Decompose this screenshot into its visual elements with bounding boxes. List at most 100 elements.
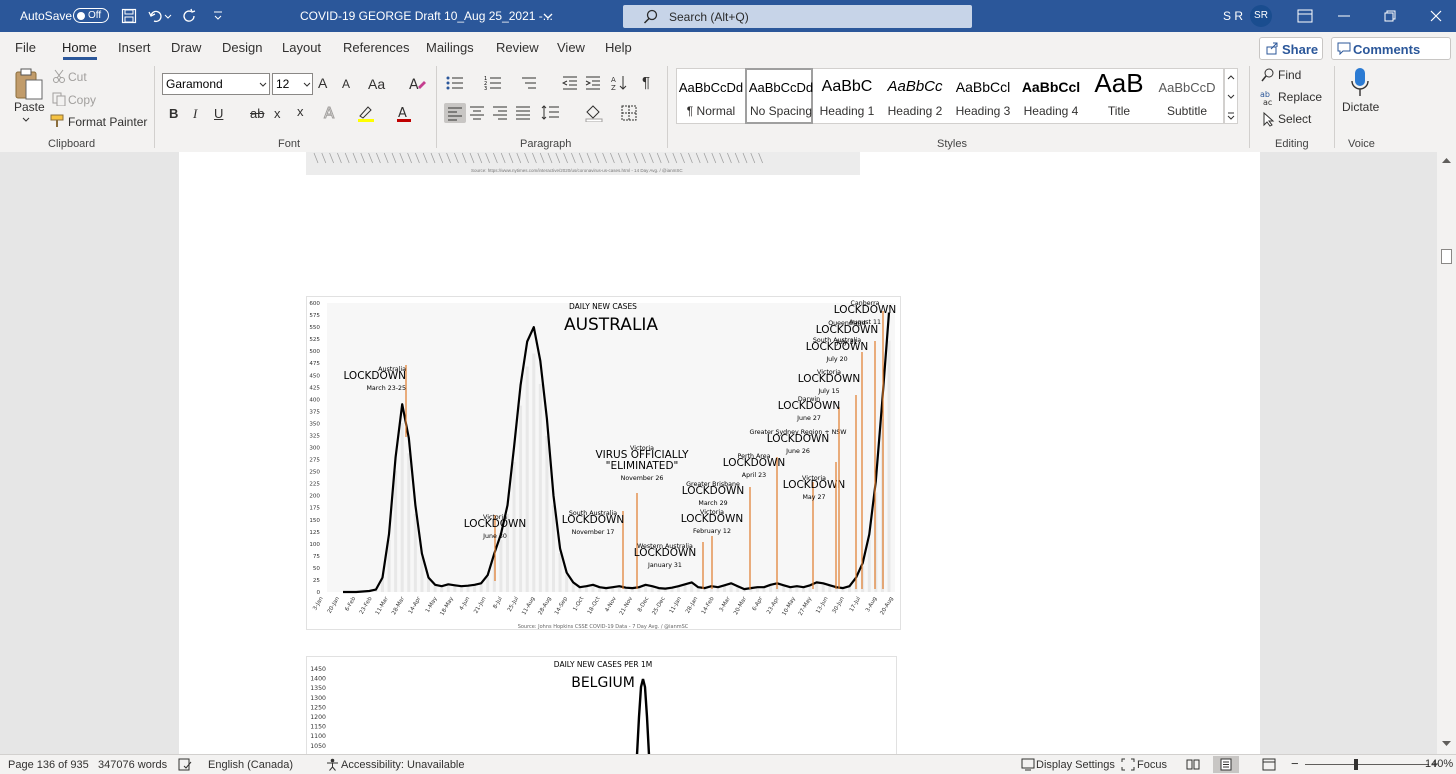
bullets-icon[interactable] bbox=[446, 75, 464, 91]
read-mode-icon[interactable] bbox=[1186, 758, 1200, 771]
dictate-label[interactable]: Dictate bbox=[1342, 100, 1379, 114]
align-right-icon[interactable] bbox=[491, 105, 509, 121]
vertical-scrollbar[interactable] bbox=[1437, 152, 1456, 754]
avatar[interactable]: SR bbox=[1250, 5, 1272, 27]
replace-icon[interactable]: abac bbox=[1260, 89, 1276, 105]
align-left-button[interactable] bbox=[444, 103, 466, 123]
language-status[interactable]: English (Canada) bbox=[208, 759, 293, 771]
tab-mailings[interactable]: Mailings bbox=[426, 40, 474, 55]
text-effects-icon[interactable]: A bbox=[322, 104, 340, 122]
style-heading-4[interactable]: AaBbCcl Heading 4 bbox=[1017, 68, 1085, 124]
find-icon[interactable] bbox=[1260, 67, 1276, 83]
styles-scroll[interactable] bbox=[1224, 68, 1238, 124]
replace-label[interactable]: Replace bbox=[1278, 90, 1322, 104]
scrollbar-thumb[interactable] bbox=[1441, 249, 1452, 264]
show-formatting-marks-button[interactable]: ¶ bbox=[642, 74, 650, 91]
italic-button[interactable]: I bbox=[193, 106, 197, 122]
strikethrough-button[interactable]: ab bbox=[250, 106, 264, 121]
ribbon-display-options-icon[interactable] bbox=[1297, 9, 1313, 23]
bold-button[interactable]: B bbox=[169, 106, 178, 121]
chevron-down-icon[interactable] bbox=[543, 12, 553, 20]
borders-icon[interactable] bbox=[620, 104, 638, 122]
style-heading-2[interactable]: AaBbCc Heading 2 bbox=[881, 68, 949, 124]
customize-toolbar-icon[interactable] bbox=[212, 10, 224, 22]
highlight-icon[interactable] bbox=[356, 104, 376, 122]
accessibility-status[interactable]: Accessibility: Unavailable bbox=[341, 759, 465, 771]
style-title[interactable]: AaB Title bbox=[1085, 68, 1153, 124]
font-color-icon[interactable]: A bbox=[395, 104, 413, 122]
paste-icon[interactable] bbox=[13, 68, 43, 100]
document-title[interactable]: COVID-19 GEORGE Draft 10_Aug 25_2021 -..… bbox=[300, 9, 553, 23]
justify-icon[interactable] bbox=[514, 105, 532, 121]
comments-button[interactable]: Comments bbox=[1331, 37, 1451, 60]
proofing-icon[interactable] bbox=[178, 758, 192, 771]
paste-label[interactable]: Paste bbox=[14, 100, 45, 114]
tab-references[interactable]: References bbox=[343, 40, 409, 55]
focus-icon[interactable] bbox=[1121, 758, 1135, 771]
tab-draw[interactable]: Draw bbox=[171, 40, 201, 55]
tab-file[interactable]: File bbox=[15, 40, 36, 55]
select-icon[interactable] bbox=[1260, 111, 1276, 127]
autosave-toggle[interactable]: Off bbox=[73, 8, 109, 23]
page-count[interactable]: Page 136 of 935 bbox=[8, 759, 89, 771]
australia-chart-image[interactable]: 0 25 50 75 100 125 150 175 200 225 250 275 300 325 350… bbox=[306, 296, 901, 630]
chevron-down-icon[interactable] bbox=[22, 117, 30, 123]
share-button[interactable]: Share bbox=[1259, 37, 1323, 60]
save-icon[interactable] bbox=[121, 8, 137, 24]
find-label[interactable]: Find bbox=[1278, 68, 1301, 82]
tab-insert[interactable]: Insert bbox=[118, 40, 151, 55]
restore-icon[interactable] bbox=[1384, 10, 1396, 22]
increase-indent-icon[interactable] bbox=[585, 75, 601, 91]
tab-layout[interactable]: Layout bbox=[282, 40, 321, 55]
close-icon[interactable] bbox=[1430, 10, 1442, 22]
underline-button[interactable]: U bbox=[214, 106, 223, 121]
print-layout-button[interactable] bbox=[1213, 756, 1239, 773]
format-painter-icon[interactable] bbox=[50, 114, 66, 128]
tab-home[interactable]: Home bbox=[62, 40, 97, 55]
tab-help[interactable]: Help bbox=[605, 40, 632, 55]
web-layout-icon[interactable] bbox=[1262, 758, 1276, 771]
style-heading-3[interactable]: AaBbCcl Heading 3 bbox=[949, 68, 1017, 124]
multilevel-list-icon[interactable] bbox=[520, 75, 538, 91]
align-center-icon[interactable] bbox=[468, 105, 486, 121]
numbering-icon[interactable]: 123 bbox=[484, 75, 502, 91]
search-box[interactable]: Search (Alt+Q) bbox=[623, 5, 972, 28]
sort-icon[interactable]: AZ bbox=[611, 74, 629, 92]
user-name[interactable]: S R bbox=[1223, 9, 1243, 23]
redo-icon[interactable] bbox=[182, 8, 198, 24]
tab-design[interactable]: Design bbox=[222, 40, 262, 55]
zoom-slider-thumb[interactable] bbox=[1354, 759, 1358, 770]
tab-review[interactable]: Review bbox=[496, 40, 539, 55]
undo-icon[interactable] bbox=[148, 8, 172, 24]
style-subtitle[interactable]: AaBbCcD Subtitle bbox=[1153, 68, 1221, 124]
accessibility-icon[interactable] bbox=[326, 758, 339, 771]
font-size-select[interactable]: 12 bbox=[272, 73, 313, 95]
style-no-spacing[interactable]: AaBbCcDd No Spacing bbox=[745, 68, 813, 124]
subscript-button[interactable]: x bbox=[274, 106, 281, 121]
style-normal[interactable]: AaBbCcDd ¶ Normal bbox=[677, 68, 745, 124]
scroll-up-icon[interactable] bbox=[1441, 156, 1452, 164]
grow-font-button[interactable]: A bbox=[318, 75, 327, 91]
zoom-level[interactable]: 140% bbox=[1425, 758, 1453, 770]
previous-chart-image[interactable]: Source: https://www.nytimes.com/interact… bbox=[306, 152, 860, 175]
zoom-slider-track[interactable] bbox=[1305, 764, 1429, 765]
focus-button[interactable]: Focus bbox=[1137, 759, 1167, 771]
format-painter-label[interactable]: Format Painter bbox=[68, 115, 147, 129]
shading-icon[interactable] bbox=[584, 104, 604, 122]
change-case-button[interactable]: Aa bbox=[368, 76, 385, 92]
belgium-chart-image[interactable]: 1450 1400 1350 1300 1250 1200 1150 1100 1050 DAIL… bbox=[306, 656, 897, 756]
scroll-down-icon[interactable] bbox=[1441, 740, 1452, 748]
word-count[interactable]: 347076 words bbox=[98, 759, 167, 771]
display-settings-icon[interactable] bbox=[1021, 758, 1035, 771]
decrease-indent-icon[interactable] bbox=[562, 75, 578, 91]
line-spacing-icon[interactable] bbox=[541, 104, 569, 122]
superscript-button[interactable]: x bbox=[297, 104, 304, 119]
select-label[interactable]: Select bbox=[1278, 112, 1311, 126]
shrink-font-button[interactable]: A bbox=[342, 77, 350, 91]
microphone-icon[interactable] bbox=[1349, 67, 1371, 99]
display-settings-button[interactable]: Display Settings bbox=[1036, 759, 1115, 771]
font-name-select[interactable]: Garamond bbox=[162, 73, 270, 95]
tab-view[interactable]: View bbox=[557, 40, 585, 55]
style-heading-1[interactable]: AaBbC Heading 1 bbox=[813, 68, 881, 124]
minimize-icon[interactable] bbox=[1338, 15, 1350, 17]
